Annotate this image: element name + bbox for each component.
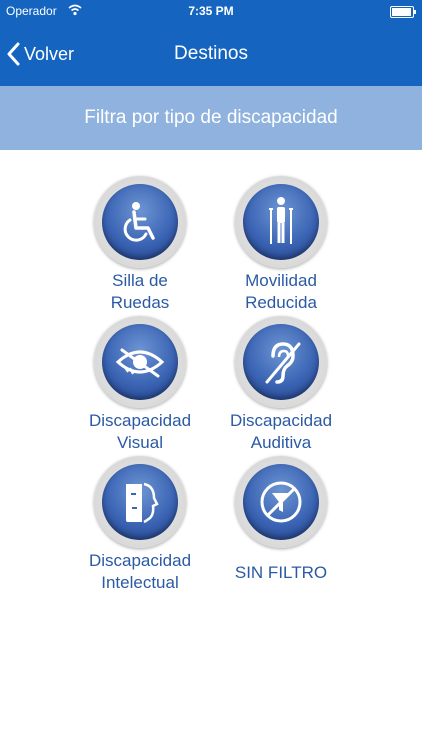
eye-slash-icon: [115, 348, 165, 378]
option-label: Discapacidad Intelectual: [88, 551, 192, 592]
filter-option-hearing[interactable]: Discapacidad Auditiva: [206, 316, 356, 454]
filter-option-none[interactable]: SIN FILTRO: [206, 456, 356, 584]
filter-option-intellectual[interactable]: Discapacidad Intelectual: [65, 456, 215, 594]
clock: 7:35 PM: [188, 4, 234, 18]
filter-title: Filtra por tipo de discapacidad: [84, 107, 338, 128]
option-label: Movilidad Reducida: [245, 271, 317, 312]
option-button[interactable]: [235, 456, 327, 548]
option-label: Discapacidad Auditiva: [229, 411, 333, 452]
battery-icon: [390, 6, 416, 18]
filter-header: Filtra por tipo de discapacidad: [0, 86, 422, 150]
ear-slash-icon: [265, 342, 301, 384]
option-button[interactable]: [94, 316, 186, 408]
wheelchair-icon: [123, 202, 155, 242]
navigation-bar: Operador 7:35 PM Volver Destinos: [0, 0, 422, 86]
option-button[interactable]: [94, 176, 186, 268]
option-button[interactable]: [94, 456, 186, 548]
filter-option-reduced-mobility[interactable]: Movilidad Reducida: [206, 176, 356, 314]
crutches-person-icon: [269, 197, 293, 244]
filter-option-wheelchair[interactable]: Silla de Ruedas: [65, 176, 215, 314]
option-label: SIN FILTRO: [234, 563, 328, 582]
option-label: Silla de Ruedas: [110, 271, 170, 312]
status-bar: Operador 7:35 PM: [0, 0, 422, 22]
option-button[interactable]: [235, 316, 327, 408]
option-button[interactable]: [235, 176, 327, 268]
option-label: Discapacidad Visual: [88, 411, 192, 452]
face-profile-icon: [126, 482, 159, 524]
filter-option-visual[interactable]: Discapacidad Visual: [65, 316, 215, 454]
no-filter-icon: [260, 481, 302, 523]
page-title: Destinos: [174, 43, 248, 64]
